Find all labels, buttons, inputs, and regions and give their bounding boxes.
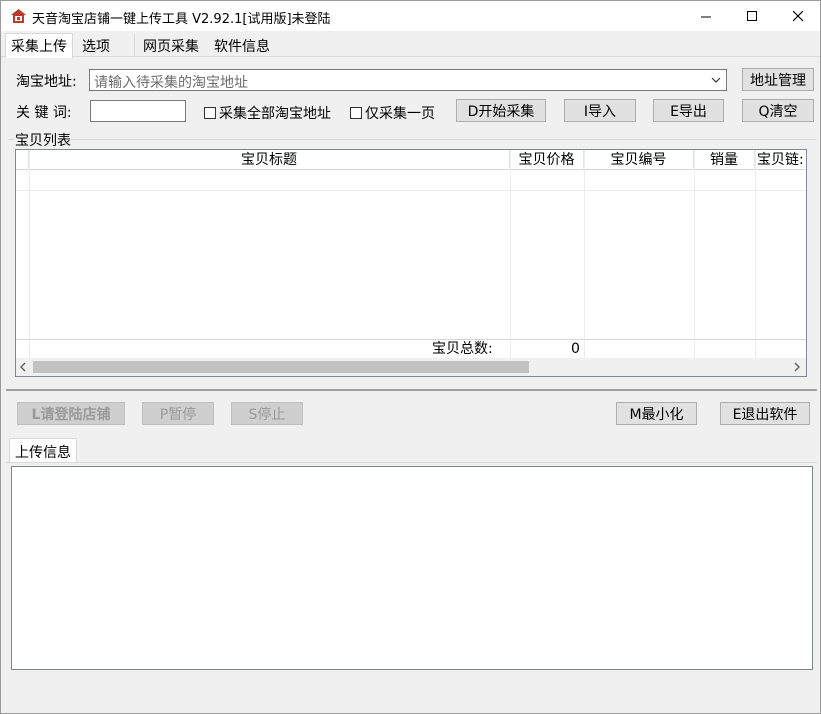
title-bar: 天音淘宝店铺一键上传工具 V2.92.1[试用版]未登陆 (1, 1, 820, 31)
grid-col-line (694, 150, 695, 358)
column-header-id[interactable]: 宝贝编号 (584, 150, 694, 170)
app-window: 天音淘宝店铺一键上传工具 V2.92.1[试用版]未登陆 采集上传 选项 网页采… (0, 0, 821, 714)
main-tab-strip: 采集上传 选项 网页采集 软件信息 (1, 33, 820, 58)
grid-header: 宝贝标题 宝贝价格 宝贝编号 销量 宝贝链: (16, 150, 806, 170)
upload-tab-border (6, 462, 817, 463)
window-title: 天音淘宝店铺一键上传工具 V2.92.1[试用版]未登陆 (32, 12, 331, 27)
list-group-border (8, 139, 817, 140)
tab-upload-info[interactable]: 上传信息 (9, 438, 77, 463)
status-bar (1, 691, 820, 713)
url-combobox[interactable]: 请输入待采集的淘宝地址 (89, 69, 727, 91)
clear-button[interactable]: Q清空 (742, 99, 814, 122)
collect-all-checkbox[interactable]: 采集全部淘宝地址 (204, 103, 331, 123)
upload-info-log[interactable] (11, 466, 813, 670)
chevron-right-icon[interactable] (792, 362, 802, 372)
one-page-label: 仅采集一页 (365, 106, 435, 122)
tab-software-info[interactable]: 软件信息 (209, 34, 275, 56)
url-placeholder: 请输入待采集的淘宝地址 (94, 75, 248, 91)
grid-col-line (510, 150, 511, 358)
column-header-sales[interactable]: 销量 (694, 150, 755, 170)
exit-software-button[interactable]: E退出软件 (720, 402, 810, 425)
row-header-corner (16, 150, 29, 170)
grid-col-line (755, 150, 756, 358)
grid-col-line (29, 150, 30, 358)
checkbox-box (204, 107, 216, 119)
list-group-label: 宝贝列表 (14, 130, 72, 150)
tab-options[interactable]: 选项 (77, 34, 135, 56)
grid-row-line (16, 190, 806, 191)
keyword-input[interactable] (90, 100, 186, 122)
scrollbar-thumb[interactable] (33, 361, 529, 373)
minimize-icon (700, 16, 711, 17)
total-count-value: 0 (571, 341, 580, 357)
chevron-down-icon[interactable] (709, 73, 723, 87)
column-header-link[interactable]: 宝贝链: (755, 150, 807, 170)
column-header-price[interactable]: 宝贝价格 (510, 150, 584, 170)
start-collect-button[interactable]: D开始采集 (456, 99, 546, 122)
column-header-title[interactable]: 宝贝标题 (29, 150, 510, 170)
checkbox-box (350, 107, 362, 119)
keyword-label: 关 键 词: (16, 105, 72, 121)
export-button[interactable]: E导出 (653, 99, 724, 122)
import-button[interactable]: I导入 (564, 99, 636, 122)
collect-all-label: 采集全部淘宝地址 (219, 106, 331, 122)
maximize-window-button[interactable] (729, 1, 775, 31)
item-list-grid[interactable]: 宝贝标题 宝贝价格 宝贝编号 销量 宝贝链: 宝贝总数: 0 (15, 149, 807, 377)
url-label: 淘宝地址: (16, 74, 77, 90)
minimize-window-button[interactable] (683, 1, 729, 31)
minimize-app-button[interactable]: M最小化 (616, 402, 697, 425)
close-icon (792, 10, 803, 21)
pause-button[interactable]: P暂停 (142, 402, 214, 425)
close-window-button[interactable] (775, 1, 821, 31)
one-page-checkbox[interactable]: 仅采集一页 (350, 103, 435, 123)
chevron-left-icon[interactable] (19, 362, 29, 372)
address-manage-button[interactable]: 地址管理 (742, 68, 814, 91)
tab-collect-upload[interactable]: 采集上传 (5, 33, 73, 58)
grid-col-line (584, 150, 585, 358)
grid-horizontal-scrollbar[interactable] (16, 358, 806, 376)
maximize-icon (746, 10, 757, 21)
total-count-label: 宝贝总数: (432, 341, 493, 357)
stop-button[interactable]: S停止 (231, 402, 303, 425)
login-shop-button[interactable]: L请登陆店铺 (17, 402, 125, 425)
tab-web-collect[interactable]: 网页采集 (138, 34, 204, 56)
grid-row-line (16, 339, 806, 340)
house-app-icon (11, 9, 26, 23)
